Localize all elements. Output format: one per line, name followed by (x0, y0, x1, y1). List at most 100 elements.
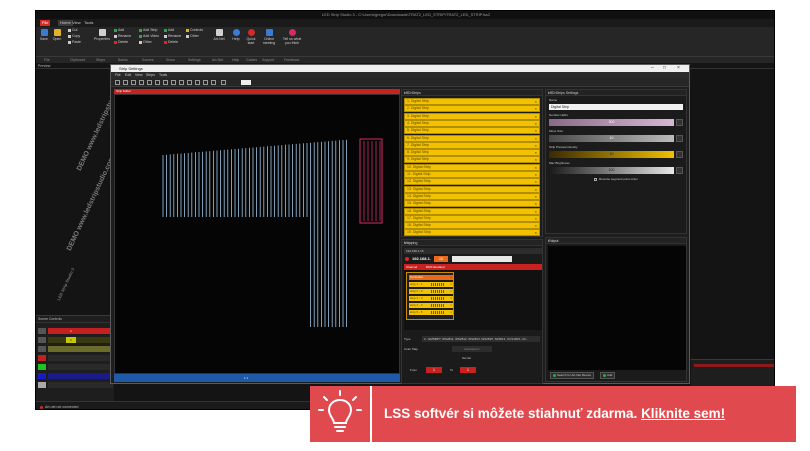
scene-control-row[interactable] (38, 364, 113, 370)
led-strip-item[interactable]: 11. Digital Strip × (404, 171, 540, 178)
pan-tool-icon[interactable] (179, 80, 184, 85)
close-icon[interactable]: × (535, 128, 537, 133)
erase-tool-icon[interactable] (163, 80, 168, 85)
maximize-icon[interactable]: □ (663, 65, 666, 72)
type-select[interactable]: 2 - EMSBPY, WS2811, WS2812, WS2813, WS28… (422, 336, 540, 342)
draw-tool-icon[interactable] (131, 80, 136, 85)
other-settings-button[interactable]: Other (186, 34, 199, 39)
select-tool-icon[interactable] (115, 80, 120, 85)
minimize-icon[interactable]: – (651, 65, 654, 72)
from-input[interactable]: 1 (426, 367, 442, 373)
help-button[interactable]: Help (230, 29, 242, 41)
add-strip-button[interactable]: Add Strip (139, 28, 157, 33)
advanced-button[interactable]: Advanced > (452, 346, 492, 352)
close-icon[interactable]: × (535, 187, 537, 192)
brightness-spinner[interactable] (676, 167, 683, 174)
pin-icon[interactable]: ▾ ⊓ × (548, 90, 684, 96)
close-icon[interactable]: × (535, 172, 537, 177)
scene-control-row[interactable] (38, 355, 113, 361)
artnet-button[interactable]: Art-Net (211, 29, 227, 41)
pin-icon[interactable]: ▾ ⊓ × (404, 90, 540, 96)
scene-control-row[interactable] (38, 382, 113, 388)
close-icon[interactable]: × (450, 289, 452, 294)
paste-button[interactable]: Paste (68, 40, 81, 45)
open-button[interactable]: Open (51, 29, 63, 41)
size-spinner[interactable] (676, 135, 683, 142)
delete-tool-icon[interactable] (221, 80, 226, 85)
scene-color-bar[interactable] (48, 337, 113, 343)
name-input[interactable]: Digital Strip (549, 104, 683, 110)
mapping-row[interactable]: strip 4 - 4 × (409, 303, 453, 308)
copy-button[interactable]: Copy (68, 34, 80, 39)
led-strip-item[interactable]: 15. Digital Strip × (404, 200, 540, 208)
led-strip-item[interactable]: 12. Digital Strip × (404, 178, 540, 186)
led-strip-item[interactable]: 2. Digital Strip × (404, 105, 540, 113)
close-icon[interactable]: × (450, 310, 452, 315)
controller-row[interactable]: Controller × (409, 275, 453, 280)
rename-bank-button[interactable]: Rename (114, 34, 131, 39)
quick-start-button[interactable]: Quick start (244, 29, 258, 45)
scene-control-row[interactable] (38, 373, 113, 379)
close-icon[interactable]: × (450, 303, 452, 308)
feedback-button[interactable]: Tell us what you think (280, 29, 304, 45)
move-tool-icon[interactable] (123, 80, 128, 85)
port-grid[interactable] (452, 256, 512, 262)
density-slider[interactable]: 10 (549, 151, 674, 158)
led-strip-item[interactable]: 18. Digital Strip × (404, 222, 540, 230)
scene-control-row[interactable]: 2 (38, 337, 113, 343)
mapping-row[interactable]: strip 5 - 5 × (409, 310, 453, 315)
scene-control-row[interactable] (38, 346, 113, 352)
close-icon[interactable]: × (450, 296, 452, 301)
mapping-row[interactable]: strip 1 - 1 × (409, 282, 453, 287)
circle-tool-icon[interactable] (155, 80, 160, 85)
menu-file[interactable]: File (40, 20, 51, 26)
cut-button[interactable]: Cut (68, 28, 77, 33)
download-banner[interactable]: LSS softvér si môžete stiahnuť zdarma. K… (310, 386, 796, 442)
close-icon[interactable]: × (535, 201, 537, 206)
close-icon[interactable]: × (535, 143, 537, 148)
brightness-slider[interactable]: 100 (549, 167, 674, 174)
led-strip-item[interactable]: 8. Digital Strip × (404, 149, 540, 157)
zoom-tool-icon[interactable] (171, 80, 176, 85)
rect-tool-icon[interactable] (147, 80, 152, 85)
to-input[interactable]: 1 (460, 367, 476, 373)
led-strip-item[interactable]: 6. Digital Strip × (404, 134, 540, 142)
scene-color-bar[interactable] (48, 382, 113, 388)
selected-port[interactable]: 15 (434, 256, 448, 262)
led-strip-item[interactable]: 7. Digital Strip × (404, 141, 540, 149)
menu-tools[interactable]: Tools (82, 20, 95, 26)
close-icon[interactable]: × (535, 136, 537, 141)
menu-view[interactable]: View (70, 20, 83, 26)
snap-tool-icon[interactable] (195, 80, 200, 85)
close-icon[interactable]: × (535, 99, 537, 104)
led-strip-item[interactable]: 14. Digital Strip × (404, 192, 540, 200)
scene-color-bar[interactable] (48, 364, 113, 370)
size-slider[interactable]: 10 (549, 135, 674, 142)
close-icon[interactable]: × (677, 65, 680, 72)
scene-control-row[interactable]: 1 (38, 328, 113, 334)
add-video-button[interactable]: Add Video (139, 34, 159, 39)
close-icon[interactable]: × (535, 157, 537, 162)
led-strip-item[interactable]: 4. Digital Strip × (404, 119, 540, 127)
rotate-tool-icon[interactable] (203, 80, 208, 85)
pin-icon[interactable]: ▾ ⊓ × (548, 238, 684, 244)
led-strip-item[interactable]: 19. Digital Strip × (404, 229, 540, 237)
grid-tool-icon[interactable] (187, 80, 192, 85)
properties-button[interactable]: Properties (94, 29, 110, 41)
close-icon[interactable]: × (535, 230, 537, 235)
close-icon[interactable]: × (450, 275, 452, 280)
led-strip-item[interactable]: 5. Digital Strip × (404, 127, 540, 135)
line-tool-icon[interactable] (139, 80, 144, 85)
scene-color-bar[interactable] (48, 355, 113, 361)
strip-editor-canvas[interactable] (114, 94, 400, 374)
density-spinner[interactable] (676, 151, 683, 158)
led-strip-item[interactable]: 9. Digital Strip × (404, 156, 540, 164)
reverse-checkbox[interactable]: Reverse segment point order (594, 177, 638, 182)
image-tool-icon[interactable] (241, 80, 251, 85)
close-icon[interactable]: × (535, 209, 537, 214)
delete-show-button[interactable]: Delete (164, 40, 178, 45)
led-strip-item[interactable]: 1. Digital Strip × (404, 98, 540, 105)
mapping-row[interactable]: strip 2 - 2 × (409, 289, 453, 294)
leds-slider[interactable]: 300 (549, 119, 674, 126)
mapping-row[interactable]: strip 3 - 3 × (409, 296, 453, 301)
